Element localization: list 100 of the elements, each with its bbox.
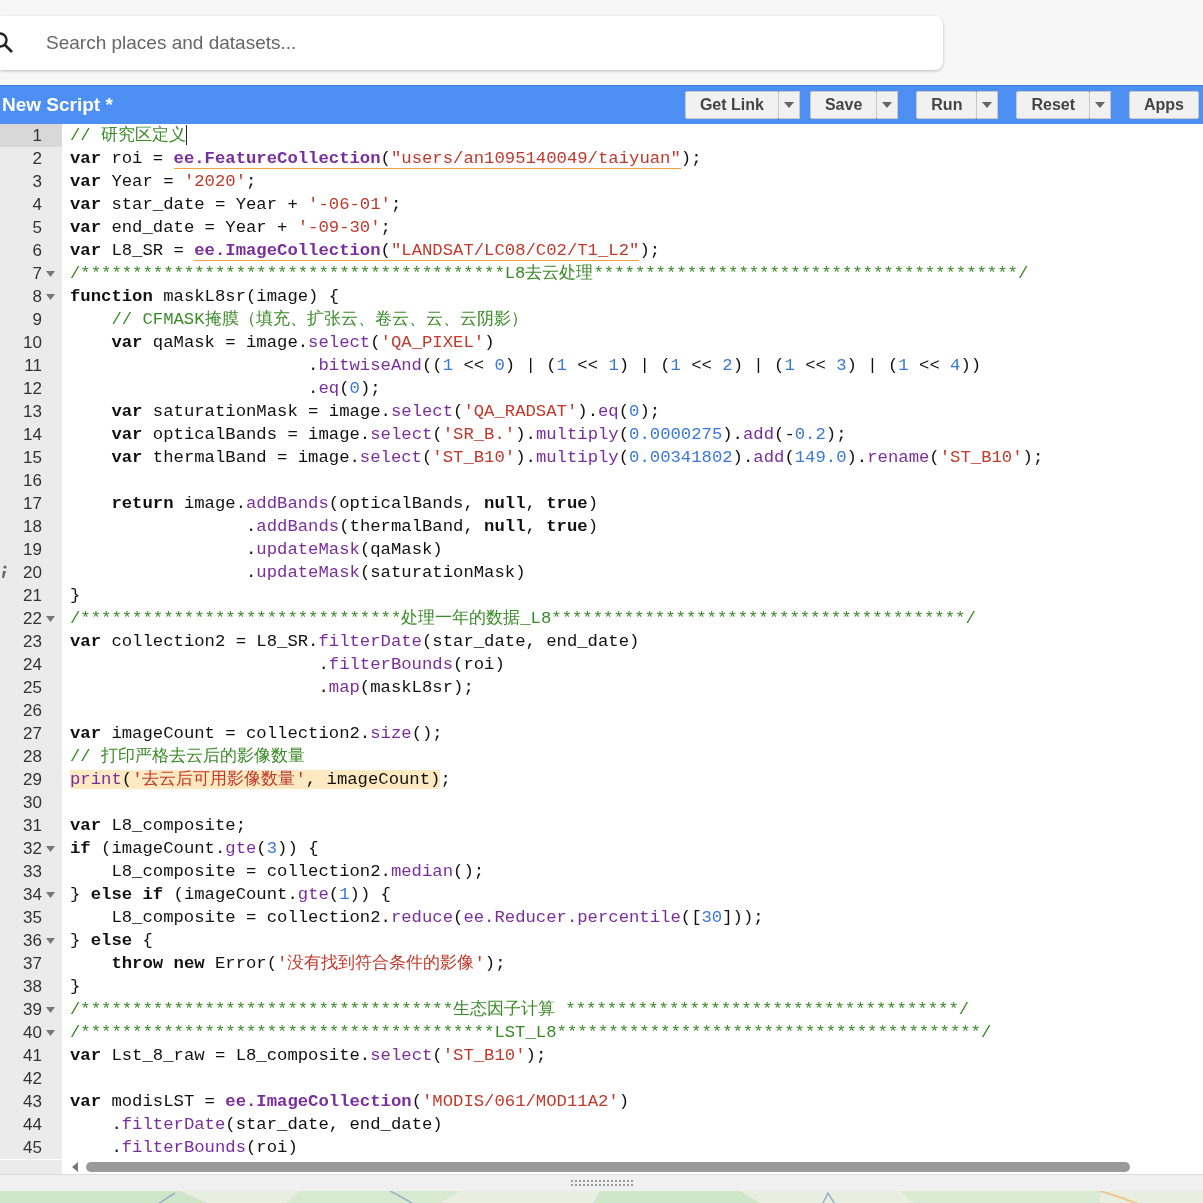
fold-icon[interactable]	[46, 293, 55, 300]
line-number: 43	[22, 1091, 42, 1112]
line-number: 35	[22, 907, 42, 928]
line-number: 16	[22, 470, 42, 491]
line-number: 20	[22, 562, 42, 583]
line-number: 26	[22, 700, 42, 721]
line-number: 45	[22, 1137, 42, 1158]
fold-icon[interactable]	[46, 1029, 55, 1036]
line-number: 18	[22, 516, 42, 537]
line-number: 33	[22, 861, 42, 882]
line-number: 9	[31, 309, 42, 330]
toolbar-button[interactable]: Apps	[1129, 91, 1199, 119]
line-number: 14	[22, 424, 42, 445]
code-line: return image.addBands(opticalBands, null, true)	[110, 493, 599, 515]
code-line: var collection2 = L8_SR.filterDate(star_date, end_date)	[69, 631, 640, 653]
line-number: 22	[22, 608, 42, 629]
code-line: var imageCount = collection2.size();	[69, 723, 443, 745]
code-line: var Lst_8_raw = L8_composite.select('ST_B10');	[69, 1045, 547, 1067]
code-line: }	[69, 585, 81, 607]
code-line: var modisLST = ee.ImageCollection('MODIS/061/MOD11A2')	[69, 1091, 630, 1113]
code-line: throw new Error('没有找到符合条件的影像');	[110, 953, 506, 975]
code-line: .updateMask(qaMask)	[244, 539, 443, 561]
script-title: New Script *	[2, 94, 113, 116]
code-line: // 打印严格去云后的影像数量	[69, 746, 306, 768]
code-line: var roi = ee.FeatureCollection("users/an1095140049/taiyuan");	[69, 148, 702, 170]
code-line: // 研究区定义	[69, 124, 188, 147]
line-number: 30	[22, 792, 42, 813]
code-line: }	[69, 976, 81, 998]
dropdown-button[interactable]	[1090, 91, 1111, 119]
code-line: } else if (imageCount.gte(1)) {	[69, 884, 391, 906]
fold-icon[interactable]	[46, 615, 55, 622]
line-number: 38	[22, 976, 42, 997]
line-number: 3	[31, 171, 42, 192]
line-number: 23	[22, 631, 42, 652]
code-line: .filterBounds(roi)	[110, 1137, 298, 1159]
search-field[interactable]: Search places and datasets...	[0, 15, 943, 70]
toolbar-button[interactable]: Get Link	[684, 91, 779, 119]
line-number: 12	[22, 378, 42, 399]
fold-icon[interactable]	[46, 270, 55, 277]
code-line: .filterDate(star_date, end_date)	[110, 1114, 443, 1136]
line-number: 36	[22, 930, 42, 951]
code-line: .updateMask(saturationMask)	[244, 562, 526, 584]
line-number: 19	[22, 539, 42, 560]
dropdown-button[interactable]	[977, 91, 999, 119]
line-number: 5	[31, 217, 42, 238]
resize-handle-icon[interactable]	[570, 1179, 633, 1187]
line-number: 39	[22, 999, 42, 1020]
line-number: 25	[22, 677, 42, 698]
line-number: 1	[31, 125, 42, 146]
code-line: .bitwiseAnd((1 << 0) | (1 << 1) | (1 << 2) | (1 << 3) | (1 << 4))	[307, 355, 982, 377]
dropdown-button[interactable]	[877, 91, 899, 119]
code-line: /****************************************LST_L8*****************************************/	[69, 1022, 992, 1044]
line-number: 44	[22, 1114, 42, 1135]
caret-icon	[783, 102, 794, 108]
caret-icon	[882, 102, 893, 108]
toolbar-button[interactable]: Save	[809, 91, 878, 119]
code-line: var thermalBand = image.select('ST_B10').multiply(0.00341802).add(149.0).rename('ST_B10');	[110, 447, 1044, 469]
line-number: 42	[22, 1068, 42, 1089]
dropdown-button[interactable]	[778, 91, 800, 119]
code-line: if (imageCount.gte(3)) {	[69, 838, 319, 860]
code-line: // CFMASK掩膜（填充、扩张云、卷云、云、云阴影）	[110, 308, 528, 331]
line-number: 32	[22, 838, 42, 859]
code-line: .filterBounds(roi)	[317, 654, 505, 676]
line-number: 8	[31, 286, 42, 307]
line-number: 6	[31, 240, 42, 261]
toolbar-button[interactable]: Run	[916, 91, 978, 119]
fold-icon[interactable]	[46, 845, 55, 852]
fold-icon[interactable]	[46, 937, 55, 944]
scroll-left-icon[interactable]	[72, 1162, 78, 1172]
code-line: /*******************************处理一年的数据_L8****************************************/	[69, 608, 976, 630]
line-number: 13	[22, 401, 42, 422]
line-number: 31	[22, 815, 42, 836]
code-line: L8_composite = collection2.median();	[110, 861, 485, 883]
line-number: 37	[22, 953, 42, 974]
line-number: 2	[31, 148, 42, 169]
code-line: var opticalBands = image.select('SR_B.').multiply(0.0000275).add(-0.2);	[110, 424, 847, 446]
line-number: 4	[31, 194, 42, 215]
line-number: 24	[22, 654, 42, 675]
line-number: 29	[22, 769, 42, 790]
code-line: .map(maskL8sr);	[317, 677, 474, 699]
info-icon[interactable]	[0, 565, 8, 579]
caret-icon	[982, 102, 993, 108]
line-number: 7	[31, 263, 42, 284]
code-line: var saturationMask = image.select('QA_RADSAT').eq(0);	[110, 401, 661, 423]
line-number: 11	[23, 355, 42, 376]
line-number: 28	[22, 746, 42, 767]
code-line: /************************************生态因子计算 **************************************/	[69, 999, 970, 1021]
code-line: var Year = '2020';	[69, 171, 257, 193]
code-line: var star_date = Year + '-06-01';	[69, 194, 402, 216]
code-line: L8_composite = collection2.reduce(ee.Reducer.percentile([30]));	[110, 907, 764, 929]
code-line: .addBands(thermalBand, null, true)	[244, 516, 599, 538]
caret-icon	[1095, 102, 1105, 108]
code-line: } else {	[69, 930, 153, 952]
line-number: 41	[22, 1045, 42, 1066]
code-line: var L8_composite;	[69, 815, 246, 837]
fold-icon[interactable]	[46, 891, 55, 898]
toolbar-button[interactable]: Reset	[1016, 91, 1090, 119]
code-line: var qaMask = image.select('QA_PIXEL')	[110, 332, 495, 354]
fold-icon[interactable]	[46, 1006, 55, 1013]
line-number: 15	[22, 447, 42, 468]
